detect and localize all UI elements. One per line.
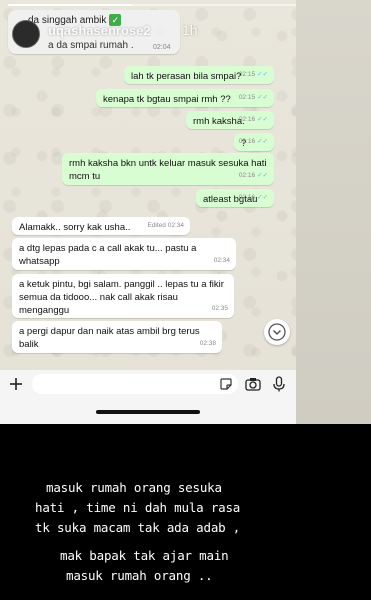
caption-line: tk suka macam tak ada adab , [31, 518, 245, 537]
story-username[interactable]: uqashasenrose2 [48, 23, 165, 38]
background-wallpaper-panel [296, 0, 371, 424]
message-bubble-outgoing[interactable]: ? 02:16 ✓✓ [234, 133, 274, 151]
story-time-ago: 1h [182, 22, 198, 38]
message-time: 02:16 ✓✓ [238, 138, 268, 145]
message-time: Edited 02:34 [147, 222, 184, 229]
message-bubble-outgoing[interactable]: lah tk perasan bila smpai? 02:15 ✓✓ [124, 66, 274, 84]
verified-icon [153, 26, 165, 38]
message-input-bar [0, 370, 296, 398]
quoted-message-time: 02:04 [153, 44, 171, 51]
message-bubble-incoming[interactable]: a ketuk pintu, bgi salam. panggil .. lep… [12, 274, 234, 318]
sticker-icon[interactable] [220, 378, 232, 390]
quoted-message: a da smpai rumah . [48, 40, 134, 51]
story-frame: da singgah ambik ✓ uqashasenrose2 1h a da… [0, 0, 371, 600]
read-ticks-icon: ✓✓ [257, 138, 268, 145]
read-ticks-icon: ✓✓ [257, 94, 268, 101]
message-bubble-outgoing[interactable]: kenapa tk bgtau smpai rmh ?? 02:15 ✓✓ [96, 89, 274, 107]
message-time: 02:15 ✓✓ [238, 71, 268, 78]
message-bubble-outgoing[interactable]: rmh kaksha. 02:16 ✓✓ [186, 111, 274, 129]
message-time: 02:16 ✓✓ [238, 172, 268, 179]
plus-icon[interactable] [9, 377, 23, 391]
mic-icon[interactable] [273, 376, 285, 392]
message-bubble-outgoing[interactable]: atleast bgtau 02:16 ✓✓ [196, 189, 274, 207]
read-ticks-icon: ✓✓ [257, 172, 268, 179]
message-input[interactable] [32, 374, 238, 394]
message-time: 02:16 ✓✓ [238, 194, 268, 201]
read-ticks-icon: ✓✓ [257, 194, 268, 201]
message-time: 02:35 [211, 305, 228, 312]
scroll-down-button[interactable] [264, 319, 290, 345]
message-bubble-outgoing[interactable]: rmh kaksha bkn untk keluar masuk sesuka … [62, 153, 274, 185]
message-time: 02:34 [213, 257, 230, 264]
caption-line: masuk rumah orang .. [62, 566, 217, 585]
caption-line: mak bapak tak ajar main [56, 546, 233, 565]
message-bubble-incoming[interactable]: a dtg lepas pada c a call akak tu... pas… [12, 238, 236, 270]
camera-icon[interactable] [245, 377, 261, 391]
message-time: 02:38 [199, 340, 216, 347]
avatar[interactable] [12, 20, 40, 48]
story-progress-fill [8, 4, 133, 6]
chevron-down-icon [268, 323, 286, 341]
message-bubble-incoming[interactable]: a pergi dapur dan naik atas ambil brg te… [12, 321, 222, 353]
message-bubble-incoming[interactable]: Alamakk.. sorry kak usha.. Edited 02:34 [12, 217, 190, 235]
home-indicator [96, 410, 200, 414]
read-ticks-icon: ✓✓ [257, 116, 268, 123]
caption-line: masuk rumah orang sesuka [42, 478, 226, 497]
caption-line: hati , time ni dah mula rasa [31, 498, 245, 517]
message-time: 02:16 ✓✓ [238, 116, 268, 123]
read-ticks-icon: ✓✓ [257, 71, 268, 78]
message-time: 02:15 ✓✓ [238, 94, 268, 101]
